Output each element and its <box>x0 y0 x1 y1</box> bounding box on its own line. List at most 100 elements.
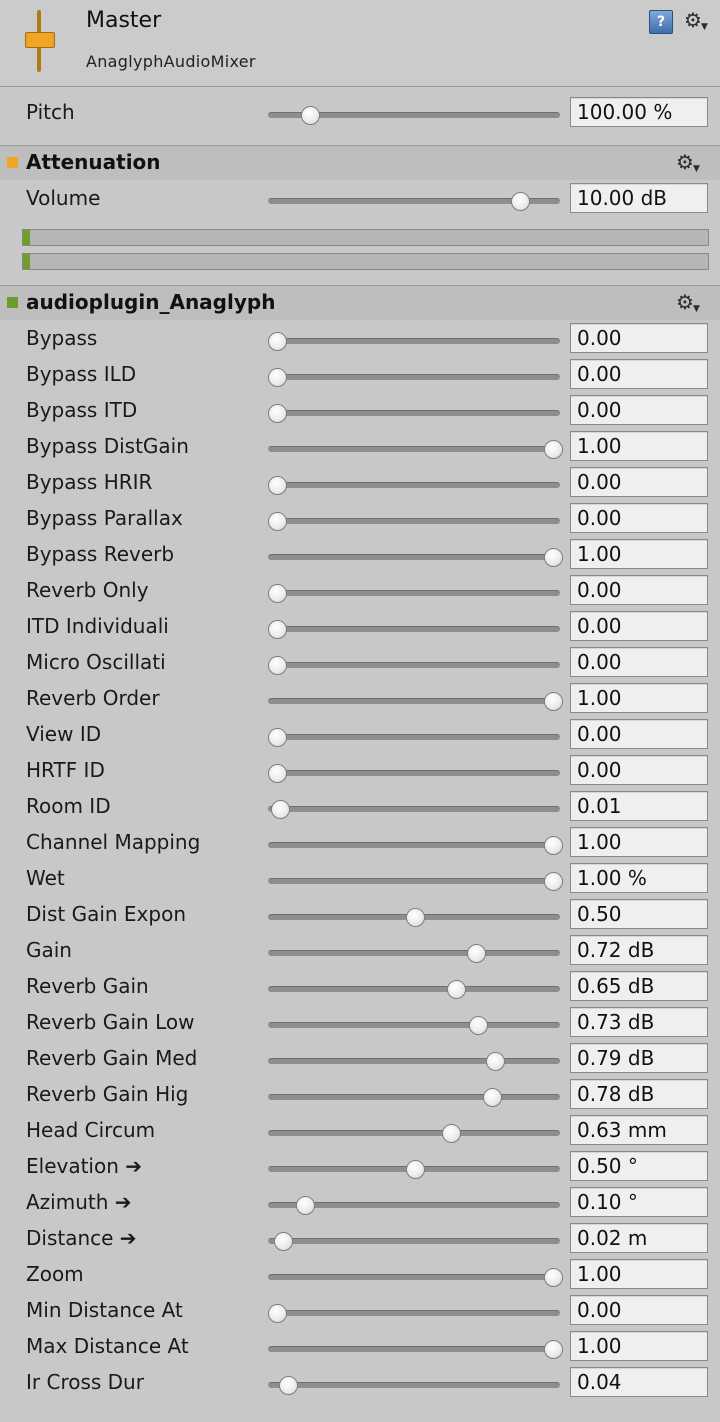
param-value-field[interactable]: 1.00 <box>570 431 708 461</box>
slider-thumb[interactable] <box>268 1304 287 1323</box>
slider-thumb[interactable] <box>406 1160 425 1179</box>
param-value-field[interactable]: 1.00 <box>570 827 708 857</box>
param-value-field[interactable]: 0.00 <box>570 1295 708 1325</box>
param-slider[interactable] <box>268 764 560 783</box>
slider-thumb[interactable] <box>268 620 287 639</box>
slider-thumb[interactable] <box>510 192 530 211</box>
slider-thumb[interactable] <box>279 1376 299 1395</box>
param-value-field[interactable]: 1.00 <box>570 1259 708 1289</box>
param-value-field[interactable]: 1.00 <box>570 683 708 713</box>
param-value-field[interactable]: 0.00 <box>570 647 708 677</box>
slider-thumb[interactable] <box>270 800 290 819</box>
param-slider[interactable] <box>268 1016 560 1035</box>
param-value-field[interactable]: 0.50 <box>570 899 708 929</box>
slider-thumb[interactable] <box>483 1088 503 1107</box>
param-value-field[interactable]: 0.65 dB <box>570 971 708 1001</box>
param-value-field[interactable]: 0.73 dB <box>570 1007 708 1037</box>
param-slider[interactable] <box>268 1088 560 1107</box>
param-slider[interactable] <box>268 548 563 567</box>
pitch-value-field[interactable]: 100.00 % <box>570 97 708 127</box>
slider-thumb[interactable] <box>466 944 486 963</box>
slider-thumb[interactable] <box>268 656 287 675</box>
param-slider[interactable] <box>268 1304 560 1323</box>
gear-icon[interactable]: ⚙▼ <box>676 292 701 317</box>
param-value-field[interactable]: 1.00 <box>570 1331 708 1361</box>
param-slider[interactable] <box>268 872 563 891</box>
slider-thumb[interactable] <box>544 692 563 711</box>
slider-thumb[interactable] <box>441 1124 461 1143</box>
volume-slider[interactable] <box>268 192 560 211</box>
param-slider[interactable] <box>268 692 563 711</box>
param-value-field[interactable]: 0.00 <box>570 359 708 389</box>
plugin-section-header[interactable]: audioplugin_Anaglyph ⚙▼ <box>0 285 720 320</box>
slider-thumb[interactable] <box>268 764 287 783</box>
param-value-field[interactable]: 0.04 <box>570 1367 708 1397</box>
param-slider[interactable] <box>268 728 560 747</box>
param-value-field[interactable]: 0.00 <box>570 323 708 353</box>
gear-icon[interactable]: ⚙▼ <box>676 152 701 177</box>
param-value-field[interactable]: 0.02 m <box>570 1223 708 1253</box>
param-value-field[interactable]: 0.00 <box>570 719 708 749</box>
param-value-field[interactable]: 0.79 dB <box>570 1043 708 1073</box>
param-slider[interactable] <box>268 1196 560 1215</box>
param-slider[interactable] <box>268 512 560 531</box>
param-slider[interactable] <box>268 440 563 459</box>
param-value-field[interactable]: 0.00 <box>570 503 708 533</box>
param-slider[interactable] <box>268 944 560 963</box>
param-slider[interactable] <box>268 800 560 819</box>
volume-value-field[interactable]: 10.00 dB <box>570 183 708 213</box>
slider-thumb[interactable] <box>268 368 287 387</box>
param-slider[interactable] <box>268 656 560 675</box>
slider-thumb[interactable] <box>268 332 287 351</box>
gear-icon[interactable]: ⚙▼ <box>684 10 709 35</box>
param-slider[interactable] <box>268 1232 560 1251</box>
slider-thumb[interactable] <box>544 872 563 891</box>
param-value-field[interactable]: 0.00 <box>570 395 708 425</box>
slider-thumb[interactable] <box>268 404 287 423</box>
slider-thumb[interactable] <box>295 1196 315 1215</box>
slider-thumb[interactable] <box>268 728 287 747</box>
param-slider[interactable] <box>268 332 560 351</box>
slider-thumb[interactable] <box>544 1340 563 1359</box>
param-slider[interactable] <box>268 620 560 639</box>
param-value-field[interactable]: 0.00 <box>570 575 708 605</box>
param-slider[interactable] <box>268 1376 560 1395</box>
param-value-field[interactable]: 0.00 <box>570 611 708 641</box>
param-slider[interactable] <box>268 584 560 603</box>
param-slider[interactable] <box>268 836 563 855</box>
slider-thumb[interactable] <box>447 980 467 999</box>
slider-thumb[interactable] <box>406 908 425 927</box>
param-slider[interactable] <box>268 1160 560 1179</box>
slider-thumb[interactable] <box>301 106 321 125</box>
slider-thumb[interactable] <box>486 1052 506 1071</box>
param-slider[interactable] <box>268 476 560 495</box>
param-slider[interactable] <box>268 1268 563 1287</box>
param-slider[interactable] <box>268 1340 563 1359</box>
param-value-field[interactable]: 0.72 dB <box>570 935 708 965</box>
slider-thumb[interactable] <box>544 548 563 567</box>
param-slider[interactable] <box>268 980 560 999</box>
param-value-field[interactable]: 0.00 <box>570 755 708 785</box>
param-slider[interactable] <box>268 404 560 423</box>
slider-thumb[interactable] <box>469 1016 489 1035</box>
param-slider[interactable] <box>268 908 560 927</box>
param-slider[interactable] <box>268 1124 560 1143</box>
param-value-field[interactable]: 0.00 <box>570 467 708 497</box>
param-value-field[interactable]: 0.50 ° <box>570 1151 708 1181</box>
param-value-field[interactable]: 1.00 % <box>570 863 708 893</box>
param-value-field[interactable]: 0.78 dB <box>570 1079 708 1109</box>
slider-thumb[interactable] <box>544 1268 563 1287</box>
slider-thumb[interactable] <box>268 512 287 531</box>
slider-thumb[interactable] <box>544 440 563 459</box>
param-value-field[interactable]: 1.00 <box>570 539 708 569</box>
pitch-slider[interactable] <box>268 106 560 125</box>
attenuation-section-header[interactable]: Attenuation ⚙▼ <box>0 145 720 180</box>
slider-thumb[interactable] <box>268 584 287 603</box>
help-book-icon[interactable]: ? <box>649 10 673 34</box>
param-value-field[interactable]: 0.10 ° <box>570 1187 708 1217</box>
param-slider[interactable] <box>268 368 560 387</box>
param-value-field[interactable]: 0.01 <box>570 791 708 821</box>
param-slider[interactable] <box>268 1052 560 1071</box>
slider-thumb[interactable] <box>544 836 563 855</box>
slider-thumb[interactable] <box>273 1232 293 1251</box>
